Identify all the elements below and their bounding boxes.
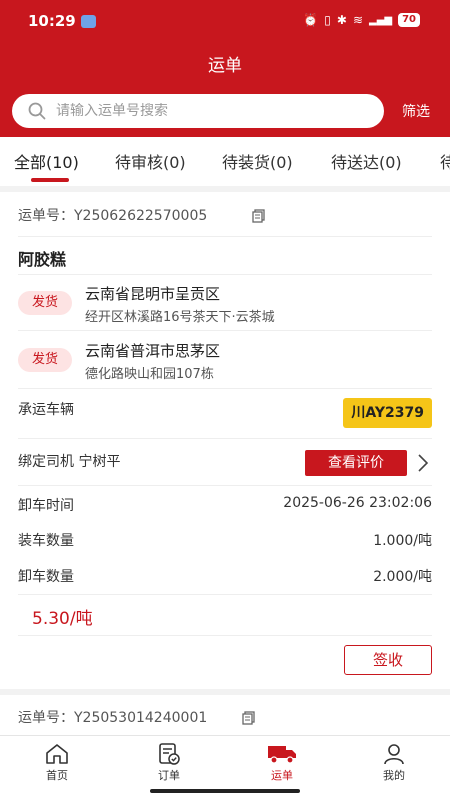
truck-icon — [268, 746, 296, 764]
price-row: 5.30/吨 — [18, 595, 432, 636]
waybill-card[interactable]: 运单号：Y25062622570005 阿胶糕 发货 云南省昆明市呈贡区 经开区… — [0, 192, 450, 689]
notification-app-icon — [81, 15, 96, 28]
unload-qty-value: 2.000/吨 — [373, 569, 432, 585]
copy-icon-2[interactable] — [242, 711, 256, 725]
nav-waybills[interactable]: 运单 — [252, 741, 312, 783]
bluetooth-icon: ✱ — [336, 13, 347, 27]
destination-address: 云南省普洱市思茅区 — [85, 342, 221, 360]
copy-icon[interactable] — [252, 209, 266, 223]
unload-time-label: 卸车时间 — [18, 498, 74, 514]
destination-row: 发货 云南省普洱市思茅区 德化路映山和园107栋 — [18, 331, 432, 389]
unload-qty-row: 卸车数量 2.000/吨 — [18, 558, 432, 595]
vibrate-icon: ▯ — [324, 13, 331, 27]
home-indicator — [150, 789, 300, 793]
status-time: 10:29 — [28, 12, 76, 30]
search-box[interactable] — [12, 94, 384, 128]
active-tab-indicator — [31, 178, 69, 182]
vehicle-row: 承运车辆 川AY2379 — [18, 389, 432, 439]
license-plate: 川AY2379 — [343, 398, 432, 428]
view-evaluation-button[interactable]: 查看评价 — [305, 450, 407, 476]
waybill-number-2: 运单号：Y25053014240001 — [18, 710, 208, 726]
signal-icon: ▂▄▆ — [369, 14, 393, 26]
destination-address-detail: 德化路映山和园107栋 — [85, 367, 214, 382]
unload-qty-label: 卸车数量 — [18, 569, 74, 585]
unload-time-value: 2025-06-26 23:02:06 — [283, 495, 432, 511]
ship-badge: 发货 — [18, 291, 72, 315]
tab-all[interactable]: 全部(10) — [14, 149, 79, 173]
nav-orders-label: 订单 — [158, 769, 180, 782]
nav-home-label: 首页 — [46, 769, 68, 782]
battery-icon: 70 — [398, 13, 420, 27]
tab-more[interactable]: 待 — [440, 149, 450, 173]
wifi-icon: ≋ — [352, 13, 363, 27]
nav-mine-label: 我的 — [383, 769, 405, 782]
tab-pending-review[interactable]: 待审核(0) — [115, 149, 186, 173]
driver-row: 绑定司机 宁树平 查看评价 — [18, 439, 432, 486]
alarm-icon: ⏰ — [303, 13, 319, 27]
status-icons: ⏰ ▯ ✱ ≋ ▂▄▆ 70 — [303, 13, 420, 27]
goods-name: 阿胶糕 — [18, 250, 67, 269]
driver-label: 绑定司机 宁树平 — [18, 454, 121, 470]
page-title: 运单 — [208, 56, 242, 76]
status-bar: 10:29 ⏰ ▯ ✱ ≋ ▂▄▆ 70 — [0, 0, 450, 44]
waybill-card-2[interactable]: 运单号：Y25053014240001 — [0, 695, 450, 735]
tab-pending-delivery[interactable]: 待送达(0) — [331, 149, 402, 173]
load-qty-row: 装车数量 1.000/吨 — [18, 522, 432, 558]
filter-button[interactable]: 筛选 — [402, 101, 430, 121]
ship-badge-destination: 发货 — [18, 348, 72, 372]
user-icon — [384, 744, 404, 765]
origin-row: 发货 云南省昆明市呈贡区 经开区林溪路16号茶天下·云茶城 — [18, 275, 432, 331]
app-header: 10:29 ⏰ ▯ ✱ ≋ ▂▄▆ 70 运单 筛选 — [0, 0, 450, 137]
nav-orders[interactable]: 订单 — [139, 741, 199, 783]
unload-time-row: 卸车时间 2025-06-26 23:02:06 — [18, 486, 432, 522]
load-qty-value: 1.000/吨 — [373, 533, 432, 549]
waybill-number: 运单号：Y25062622570005 — [18, 208, 208, 224]
vehicle-label: 承运车辆 — [18, 402, 74, 418]
nav-home[interactable]: 首页 — [27, 741, 87, 783]
unit-price: 5.30/吨 — [32, 609, 93, 629]
status-tabs: 全部(10) 待审核(0) 待装货(0) 待送达(0) 待 — [0, 137, 450, 186]
tab-pending-loading[interactable]: 待装货(0) — [222, 149, 293, 173]
search-input[interactable] — [56, 103, 356, 119]
nav-mine[interactable]: 我的 — [364, 741, 424, 783]
sign-button[interactable]: 签收 — [344, 645, 432, 675]
chevron-right-icon[interactable] — [418, 454, 428, 472]
waybill-number-row: 运单号：Y25062622570005 — [18, 192, 432, 237]
origin-address: 云南省昆明市呈贡区 — [85, 285, 221, 303]
origin-address-detail: 经开区林溪路16号茶天下·云茶城 — [85, 310, 275, 325]
order-icon — [159, 743, 180, 765]
nav-waybills-label: 运单 — [271, 769, 293, 782]
goods-row: 阿胶糕 — [18, 237, 432, 275]
search-icon — [28, 102, 46, 120]
home-icon — [46, 744, 68, 764]
load-qty-label: 装车数量 — [18, 533, 74, 549]
